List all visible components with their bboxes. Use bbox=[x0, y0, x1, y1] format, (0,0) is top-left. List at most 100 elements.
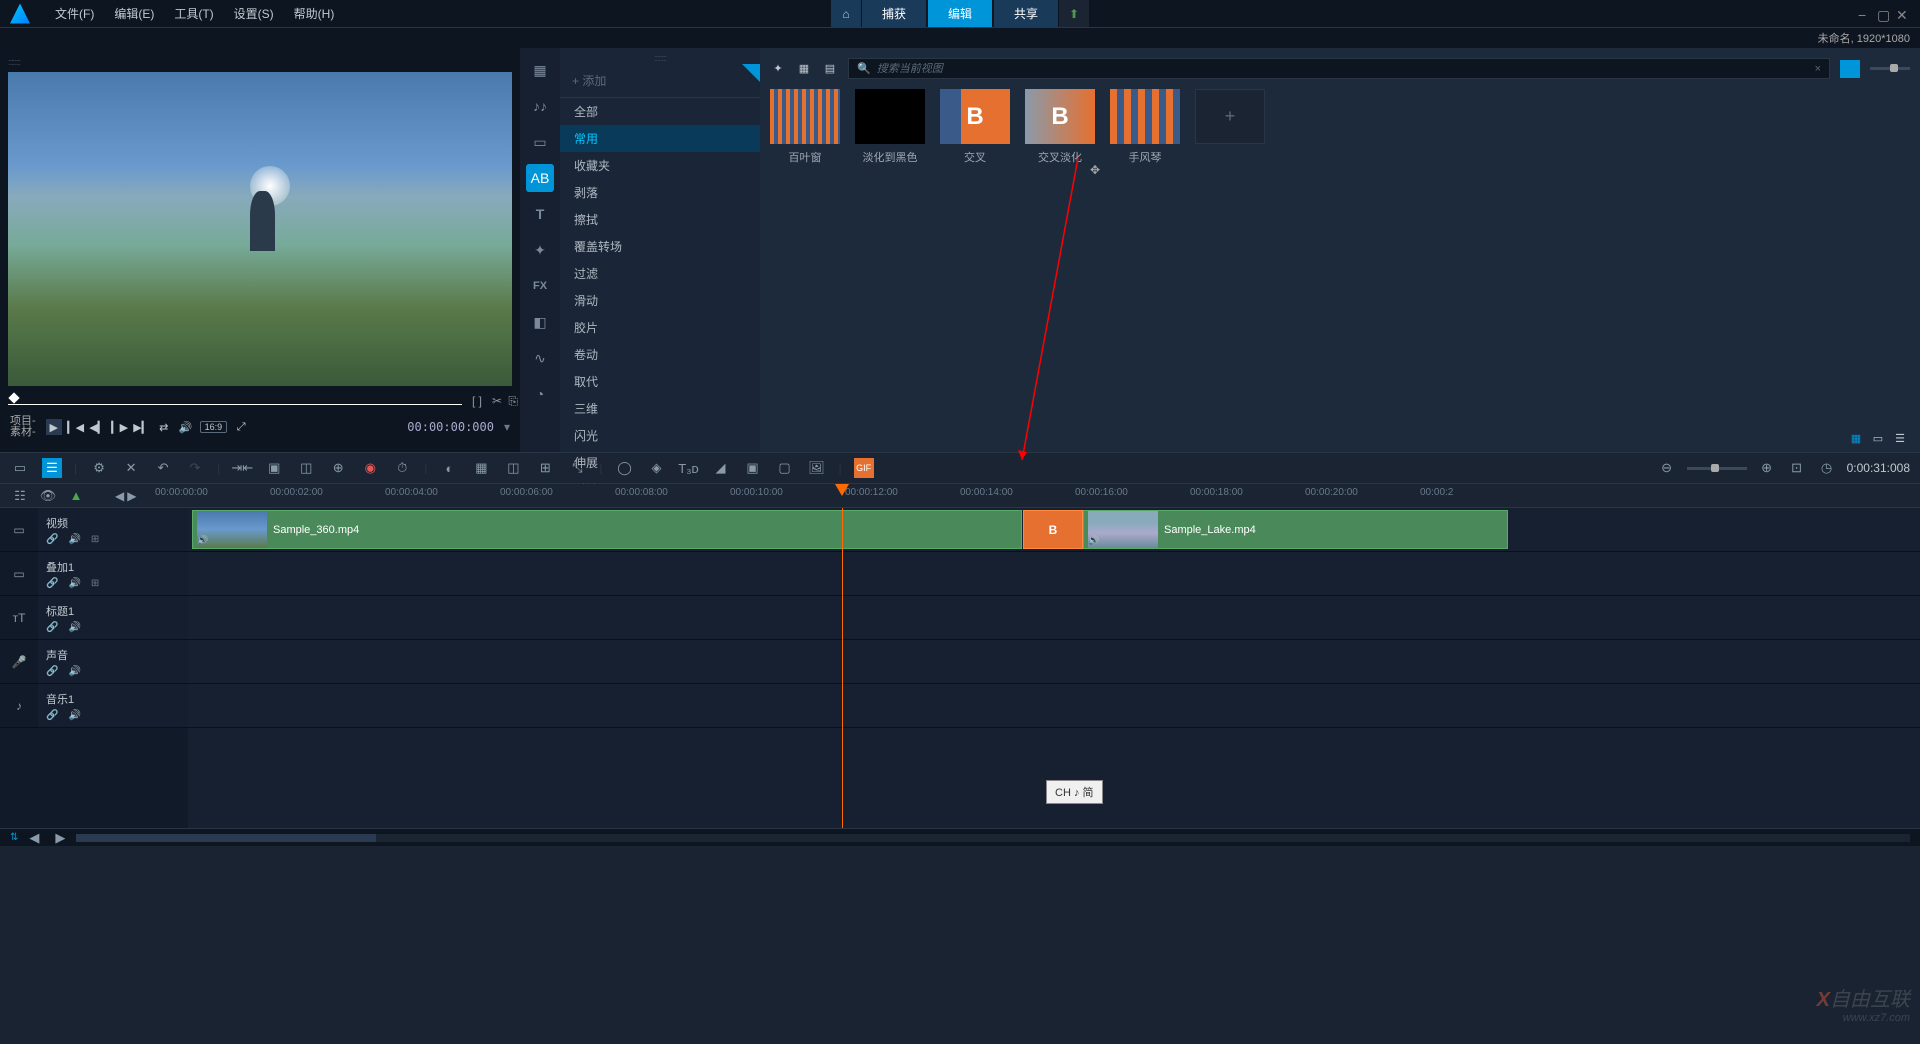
tool-pip-icon[interactable]: ◫ bbox=[503, 458, 523, 478]
clock-icon[interactable]: ◷ bbox=[1817, 458, 1837, 478]
tool-mixer-icon[interactable]: ⚙ bbox=[89, 458, 109, 478]
capture-tab[interactable]: 捕获 bbox=[862, 0, 926, 27]
transition-applied[interactable]: B bbox=[1023, 510, 1083, 549]
sort-icon[interactable]: ▦ bbox=[796, 61, 812, 77]
color-tab-icon[interactable]: ◧ bbox=[526, 308, 554, 336]
music-track-head[interactable]: 音乐1 🔗🔊 bbox=[38, 684, 188, 727]
edit-tab[interactable]: 编辑 bbox=[928, 0, 992, 27]
menu-edit[interactable]: 编辑(E) bbox=[104, 5, 164, 22]
clip-sample-360[interactable]: 🔊 Sample_360.mp4 bbox=[192, 510, 1022, 549]
cat-all[interactable]: 全部 bbox=[560, 98, 760, 125]
title-track-icon[interactable]: ᴛT bbox=[0, 596, 38, 639]
tool-stabilize-icon[interactable]: ◈ bbox=[647, 458, 667, 478]
tool-3d-icon[interactable]: T₃ᴅ bbox=[679, 458, 699, 478]
favorite-icon[interactable]: ✦ bbox=[770, 61, 786, 77]
storyboard-view-icon[interactable]: ▭ bbox=[10, 458, 30, 478]
volume-button[interactable]: 🔊 bbox=[178, 419, 194, 435]
transition-cross[interactable]: B 交叉 bbox=[940, 89, 1010, 165]
ruler-marker-green-icon[interactable]: ▲ bbox=[66, 486, 86, 506]
music-track-content[interactable] bbox=[188, 684, 1920, 727]
home-tab[interactable]: ⌂ bbox=[831, 0, 861, 27]
fit-icon[interactable]: ⊡ bbox=[1787, 458, 1807, 478]
expand-button[interactable]: ⤢ bbox=[233, 419, 249, 435]
overlay-tab-icon[interactable]: ▭ bbox=[526, 128, 554, 156]
panel-grip[interactable]: :::::::: bbox=[560, 52, 760, 64]
cat-3d[interactable]: 三维 bbox=[560, 395, 760, 422]
scroll-thumb[interactable] bbox=[76, 834, 376, 842]
title-track-content[interactable] bbox=[188, 596, 1920, 639]
path-tab-icon[interactable]: ∿ bbox=[526, 344, 554, 372]
transition-blinds[interactable]: 百叶窗 bbox=[770, 89, 840, 165]
zoom-slider[interactable] bbox=[1687, 467, 1747, 470]
title-tab-icon[interactable]: T bbox=[526, 200, 554, 228]
close-button[interactable]: ✕ bbox=[1896, 7, 1910, 21]
cat-slide[interactable]: 滑动 bbox=[560, 287, 760, 314]
prev-frame-button[interactable]: ◀▎ bbox=[90, 419, 106, 435]
fx-tab-icon[interactable]: FX bbox=[526, 272, 554, 300]
minimize-button[interactable]: − bbox=[1858, 7, 1872, 21]
cat-filter[interactable]: 过滤 bbox=[560, 260, 760, 287]
maximize-button[interactable]: ▢ bbox=[1877, 7, 1891, 21]
tool-image-icon[interactable]: 🖼 bbox=[807, 458, 827, 478]
cat-film[interactable]: 胶片 bbox=[560, 314, 760, 341]
cat-common[interactable]: 常用 bbox=[560, 125, 760, 152]
ruler-list-icon[interactable]: ☷ bbox=[10, 486, 30, 506]
transition-crossfade[interactable]: B 交叉淡化 bbox=[1025, 89, 1095, 165]
apply-icon[interactable]: ▤ bbox=[822, 61, 838, 77]
goto-start-button[interactable]: ▎◀ bbox=[68, 419, 84, 435]
thumb-size-slider[interactable] bbox=[1870, 67, 1910, 70]
scroll-right-icon[interactable]: ▶ bbox=[50, 828, 70, 848]
aspect-ratio-badge[interactable]: 16:9 bbox=[200, 421, 228, 433]
music-track-icon[interactable]: ♪ bbox=[0, 684, 38, 727]
transition-accordion[interactable]: 手风琴 bbox=[1110, 89, 1180, 165]
tool-trim-icon[interactable]: ⇥⇤ bbox=[232, 458, 252, 478]
tool-ar-icon[interactable]: ▢ bbox=[775, 458, 795, 478]
grid-view-button[interactable] bbox=[1840, 60, 1860, 78]
tool-speed-icon[interactable]: ⏱ bbox=[392, 458, 412, 478]
overlay-track-icon[interactable]: ▭ bbox=[0, 552, 38, 595]
zoom-in-icon[interactable]: ⊕ bbox=[1757, 458, 1777, 478]
expand-tracks-icon[interactable]: ⇅ bbox=[10, 832, 18, 843]
video-track-icon[interactable]: ▭ bbox=[0, 508, 38, 551]
cat-wipe[interactable]: 擦拭 bbox=[560, 206, 760, 233]
clear-search-icon[interactable]: × bbox=[1815, 63, 1821, 75]
share-tab[interactable]: 共享 bbox=[994, 0, 1058, 27]
overlay-track-content[interactable] bbox=[188, 552, 1920, 595]
tool-chroma-icon[interactable]: ◐ bbox=[439, 458, 459, 478]
add-category-button[interactable]: + 添加 bbox=[560, 64, 760, 98]
zoom-out-icon[interactable]: ⊖ bbox=[1657, 458, 1677, 478]
tool-color-icon[interactable]: ◉ bbox=[360, 458, 380, 478]
clip-sample-lake[interactable]: 🔊 Sample_Lake.mp4 bbox=[1083, 510, 1508, 549]
ruler-eye-icon[interactable]: 👁 bbox=[38, 486, 58, 506]
tool-gif-icon[interactable]: GIF bbox=[854, 458, 874, 478]
goto-end-button[interactable]: ▶▎ bbox=[134, 419, 150, 435]
motion-tab-icon[interactable]: ✦ bbox=[526, 236, 554, 264]
title-track-head[interactable]: 标题1 🔗🔊 bbox=[38, 596, 188, 639]
timeline-scrollbar[interactable]: ⇅ ◀ ▶ bbox=[0, 828, 1920, 846]
sound-track-content[interactable] bbox=[188, 640, 1920, 683]
tool-crop-icon[interactable]: ▣ bbox=[264, 458, 284, 478]
ruler-next-icon[interactable]: ▶ bbox=[127, 489, 136, 503]
video-track-head[interactable]: 视频 🔗🔊⊞ bbox=[38, 508, 188, 551]
lib-option-1-icon[interactable]: ▦ bbox=[1848, 430, 1864, 446]
search-box[interactable]: 🔍 × bbox=[848, 58, 1830, 79]
undo-icon[interactable]: ↶ bbox=[153, 458, 173, 478]
cat-peel[interactable]: 剥落 bbox=[560, 179, 760, 206]
scrub-bar[interactable]: [ ] ✂ ⎘ bbox=[8, 394, 512, 406]
menu-file[interactable]: 文件(F) bbox=[45, 5, 104, 22]
scroll-left-icon[interactable]: ◀ bbox=[24, 828, 44, 848]
audio-tab-icon[interactable]: ♪♪ bbox=[526, 92, 554, 120]
loop-button[interactable]: ⇄ bbox=[156, 419, 172, 435]
add-transition-button[interactable]: + bbox=[1195, 89, 1265, 165]
tool-multi-icon[interactable]: ⊞ bbox=[535, 458, 555, 478]
panel-grip[interactable]: :::::::: bbox=[8, 56, 512, 68]
tool-resize-icon[interactable]: ⤡ bbox=[567, 458, 587, 478]
tool-zoom-icon[interactable]: ⊕ bbox=[328, 458, 348, 478]
timeline-view-icon[interactable]: ☰ bbox=[42, 458, 62, 478]
tool-mask-icon[interactable]: ▦ bbox=[471, 458, 491, 478]
tool-split-icon[interactable]: ◫ bbox=[296, 458, 316, 478]
cat-replace[interactable]: 取代 bbox=[560, 368, 760, 395]
preview-viewport[interactable] bbox=[8, 72, 512, 386]
upload-tab[interactable]: ⬆ bbox=[1059, 0, 1089, 27]
timeline-ruler[interactable]: ☷ 👁 ▲ ◀ ▶ 00:00:00:00 00:00:02:00 00:00:… bbox=[0, 484, 1920, 508]
